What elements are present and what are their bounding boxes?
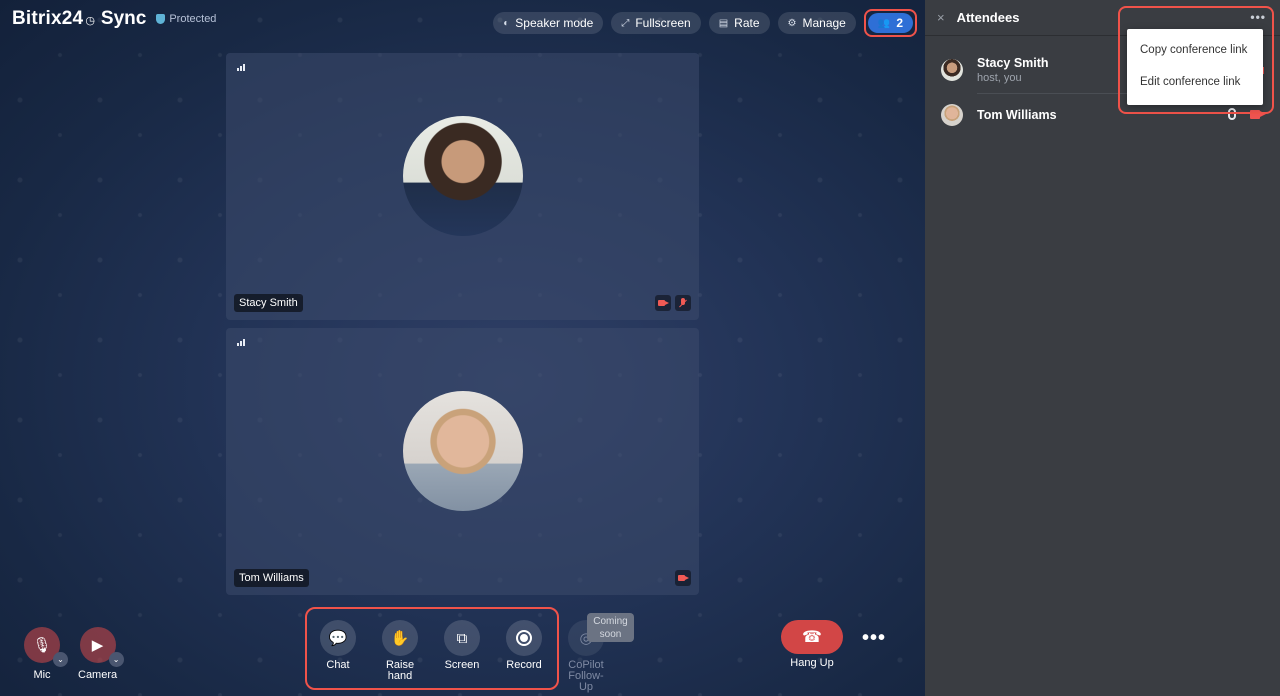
manage-button[interactable]: ⚙ Manage: [777, 12, 856, 34]
avatar: [402, 116, 523, 236]
record-label: Record: [506, 659, 542, 671]
comment-icon: ▤: [718, 17, 729, 29]
camera-label: Camera: [78, 669, 118, 681]
video-tile[interactable]: Tom Williams: [226, 328, 699, 595]
mic-off-icon: [675, 295, 691, 311]
rate-label: Rate: [734, 16, 760, 30]
coming-soon-badge: Coming soon: [587, 613, 634, 642]
participant-name: Stacy Smith: [234, 294, 303, 312]
users-highlight: 👥 2: [863, 9, 917, 37]
hang-up-button[interactable]: ☎ Hang Up: [781, 620, 843, 669]
attendee-name: Stacy Smith: [977, 56, 1049, 70]
speaker-icon: ◐: [503, 17, 510, 29]
sidebar-title: Attendees: [956, 10, 1020, 25]
users-button[interactable]: 👥 2: [867, 13, 913, 33]
phone-hangup-icon: ☎: [781, 620, 843, 654]
signal-icon: [237, 64, 245, 71]
close-icon[interactable]: ×: [937, 10, 945, 25]
brand-name: Bitrix24: [12, 8, 84, 29]
chat-icon: 💬: [320, 620, 356, 656]
copy-conference-link-item[interactable]: Copy conference link: [1127, 34, 1263, 66]
users-icon: 👥: [877, 17, 891, 29]
avatar: [941, 104, 963, 126]
tile-status: [655, 295, 691, 311]
gear-icon: ⚙: [787, 17, 797, 29]
screen-label: Screen: [444, 659, 480, 671]
avatar: [941, 59, 963, 81]
signal-icon: [237, 339, 245, 346]
participant-name: Tom Williams: [234, 569, 309, 587]
users-count: 2: [896, 16, 903, 30]
chevron-down-icon[interactable]: ⌄: [108, 652, 124, 667]
raise-hand-label: Raise hand: [385, 659, 415, 682]
protected-label: Protected: [169, 13, 217, 25]
brand-logo: Bitrix24 ◷ Sync Protected: [12, 8, 216, 30]
copilot-label: CoPilot Follow-Up: [568, 659, 604, 693]
raise-hand-button[interactable]: ✋ Raise hand: [382, 620, 418, 682]
camera-off-icon: [675, 570, 691, 586]
camera-button[interactable]: ▶ ⌄ Camera: [78, 627, 124, 681]
fullscreen-label: Fullscreen: [635, 16, 691, 30]
expand-icon: ⤢: [621, 17, 630, 29]
mic-label: Mic: [33, 669, 51, 681]
chat-label: Chat: [326, 659, 350, 671]
chat-button[interactable]: 💬 Chat: [320, 620, 356, 671]
screen-share-button[interactable]: ⧉ Screen: [444, 620, 480, 671]
top-toolbar: ◐ Speaker mode ⤢ Fullscreen ▤ Rate ⚙ Man…: [493, 9, 917, 37]
clock-icon: ◷: [85, 15, 95, 27]
record-icon: [506, 620, 542, 656]
rate-button[interactable]: ▤ Rate: [708, 12, 770, 34]
attendee-row[interactable]: Stacy Smith host, you: [941, 56, 1049, 84]
chevron-down-icon[interactable]: ⌄: [53, 652, 68, 667]
brand-product: Sync: [100, 8, 147, 29]
camera-off-icon: ▶ ⌄: [79, 627, 124, 667]
speaker-mode-button[interactable]: ◐ Speaker mode: [493, 12, 604, 34]
fullscreen-button[interactable]: ⤢ Fullscreen: [611, 12, 701, 34]
shield-icon: [156, 14, 166, 24]
speaker-mode-label: Speaker mode: [515, 16, 594, 30]
video-tile[interactable]: Stacy Smith: [226, 53, 699, 320]
tile-status: [675, 570, 691, 586]
avatar: [402, 391, 523, 511]
attendee-name: Tom Williams: [977, 108, 1057, 122]
hang-up-label: Hang Up: [790, 657, 834, 669]
screen-share-icon: ⧉: [444, 620, 480, 656]
protected-badge: Protected: [156, 13, 216, 25]
manage-label: Manage: [802, 16, 846, 30]
record-button[interactable]: Record: [506, 620, 542, 671]
more-button[interactable]: •••: [862, 627, 886, 650]
attendee-role: host, you: [977, 72, 1022, 84]
mic-button[interactable]: 🎙 ⌄ Mic: [24, 627, 68, 681]
call-area: Bitrix24 ◷ Sync Protected ◐ Speaker mode…: [0, 0, 925, 696]
conference-link-menu: Copy conference link Edit conference lin…: [1127, 29, 1263, 105]
attendee-row[interactable]: Tom Williams: [941, 104, 1057, 126]
camera-off-icon: [655, 295, 671, 311]
edit-conference-link-item[interactable]: Edit conference link: [1127, 66, 1263, 98]
mic-off-icon: 🎙 ⌄: [24, 627, 68, 667]
hand-icon: ✋: [382, 620, 418, 656]
